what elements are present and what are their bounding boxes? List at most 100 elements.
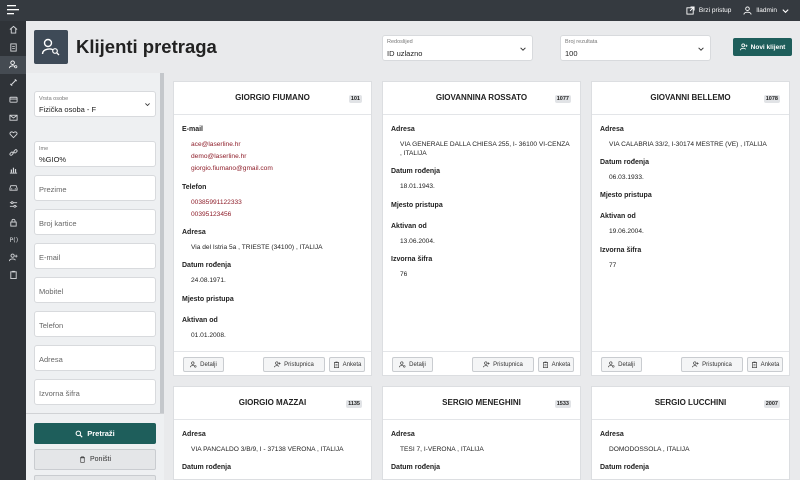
nav-parameters[interactable]: P() — [0, 231, 26, 249]
survey-button[interactable]: Anketa — [747, 357, 783, 372]
nav-home[interactable] — [0, 21, 26, 39]
source-code-field[interactable]: Izvorna šifra — [34, 379, 156, 405]
email-field[interactable]: E-mail — [34, 243, 156, 269]
name-field[interactable]: Ime %GIO% — [34, 141, 156, 167]
nav-clients[interactable] — [0, 56, 26, 74]
additional-button[interactable] — [34, 475, 156, 480]
source-code-value: 77 — [609, 261, 617, 269]
trash-icon — [80, 456, 85, 463]
membership-button[interactable]: Pristupnica — [263, 357, 325, 372]
birth-date-value: 24.08.1971. — [191, 277, 226, 285]
surname-field[interactable]: Prezime — [34, 175, 156, 201]
chevron-down-icon — [520, 47, 526, 51]
nav-fitness[interactable] — [0, 74, 26, 92]
chevron-down-icon — [698, 47, 704, 51]
membership-button[interactable]: Pristupnica — [681, 357, 743, 372]
card-footer: Detalji Pristupnica Anketa — [174, 351, 371, 375]
email-link[interactable]: giorgio.fiumano@gmail.com — [191, 164, 363, 173]
phone-field[interactable]: Telefon — [34, 311, 156, 337]
sort-value: ID uzlazno — [387, 49, 423, 58]
mobile-field[interactable]: Mobitel — [34, 277, 156, 303]
result-count-value: 100 — [565, 49, 578, 58]
card-body: E-mail ace@laserline.hr demo@laserline.h… — [182, 126, 363, 343]
survey-button[interactable]: Anketa — [538, 357, 574, 372]
new-client-label: Novi klijent — [750, 43, 786, 51]
mail-icon — [8, 114, 18, 121]
client-name: GIOVANNI BELLEMO — [650, 93, 731, 102]
filter-divider — [26, 413, 164, 414]
active-from-label: Aktivan od — [600, 213, 636, 221]
address-field[interactable]: Adresa — [34, 345, 156, 371]
nav-parking[interactable] — [0, 179, 26, 197]
mobile-placeholder: Mobitel — [39, 287, 64, 296]
access-place-label: Mjesto pristupa — [600, 192, 652, 200]
details-button[interactable]: Detalji — [183, 357, 224, 372]
quick-access-link[interactable]: Brzi pristup — [686, 6, 731, 15]
fitness-icon — [9, 78, 17, 86]
birth-date-label: Datum rođenja — [182, 262, 232, 270]
details-label: Detalji — [618, 361, 635, 368]
new-client-button[interactable]: Novi klijent — [733, 38, 792, 56]
client-name: SERGIO MENEGHINI — [442, 398, 521, 407]
nav-clipboard[interactable] — [0, 266, 26, 284]
details-label: Detalji — [409, 361, 426, 368]
result-count-select[interactable]: Broj rezultata 100 — [560, 35, 711, 61]
phone-link[interactable]: 00395123456 — [191, 210, 363, 219]
filter-scrollbar[interactable] — [160, 73, 164, 413]
email-link[interactable]: demo@laserline.hr — [191, 152, 363, 161]
nav-lockers[interactable] — [0, 214, 26, 232]
person-type-select[interactable]: Vrsta osobe Fizička osoba - F — [34, 91, 156, 117]
phone-link[interactable]: 00385991122333 — [191, 198, 363, 207]
access-place-label: Mjesto pristupa — [182, 295, 234, 303]
access-place-label: Mjesto pristupa — [391, 201, 443, 209]
clipboard-icon — [542, 361, 548, 368]
person-type-label: Vrsta osobe — [39, 96, 69, 102]
lock-icon — [9, 218, 17, 227]
nav-cards[interactable] — [0, 91, 26, 109]
nav-documents[interactable] — [0, 39, 26, 57]
nav-reports[interactable] — [0, 161, 26, 179]
email-link[interactable]: ace@laserline.hr — [191, 140, 363, 149]
birth-date-label: Datum rođenja — [391, 464, 441, 472]
client-id-badge: 1533 — [554, 400, 571, 408]
survey-button[interactable]: Anketa — [329, 357, 365, 372]
client-card: GIOVANNINA ROSSATO 1077 Adresa VIA GENER… — [382, 81, 581, 376]
user-name: lladmin — [756, 7, 777, 14]
nav-links[interactable] — [0, 144, 26, 162]
email-label: E-mail — [182, 126, 204, 133]
clipboard-icon — [333, 361, 339, 368]
card-icon — [8, 97, 18, 103]
client-name: GIORGIO MAZZAI — [238, 398, 307, 407]
nav-messages[interactable] — [0, 109, 26, 127]
details-button[interactable]: Detalji — [392, 357, 433, 372]
nav-favorites[interactable] — [0, 126, 26, 144]
user-menu[interactable]: lladmin — [743, 6, 790, 15]
source-code-value: 76 — [400, 270, 408, 278]
client-id-badge: 1135 — [346, 400, 362, 408]
nav-settings[interactable] — [0, 196, 26, 214]
details-button[interactable]: Detalji — [601, 357, 642, 372]
membership-button[interactable]: Pristupnica — [472, 357, 534, 372]
result-count-label: Broj rezultata — [565, 39, 598, 45]
card-header: GIOVANNINA ROSSATO 1077 — [383, 82, 580, 115]
chevron-down-icon — [782, 9, 789, 14]
clipboard-icon — [9, 271, 17, 280]
survey-label: Anketa — [760, 361, 780, 368]
nav-add-user[interactable] — [0, 249, 26, 267]
user-plus-icon — [483, 361, 490, 368]
user-plus-icon — [274, 361, 281, 368]
reset-button[interactable]: Poništi — [34, 449, 156, 470]
menu-icon[interactable] — [7, 5, 19, 15]
page-icon — [34, 30, 68, 64]
address-label: Adresa — [600, 126, 624, 133]
source-code-label: Izvorna šifra — [391, 255, 433, 263]
top-bar: Brzi pristup lladmin — [0, 0, 800, 21]
sort-select[interactable]: Redoslijed ID uzlazno — [382, 35, 533, 61]
sliders-icon — [9, 201, 17, 208]
user-plus-icon — [8, 253, 18, 261]
details-label: Detalji — [200, 361, 217, 368]
search-button[interactable]: Pretraži — [34, 423, 156, 444]
surname-placeholder: Prezime — [39, 185, 67, 194]
address-value: Via del Istria 5a , TRIESTE (34100) , IT… — [191, 244, 323, 252]
card-number-field[interactable]: Broj kartice — [34, 209, 156, 235]
